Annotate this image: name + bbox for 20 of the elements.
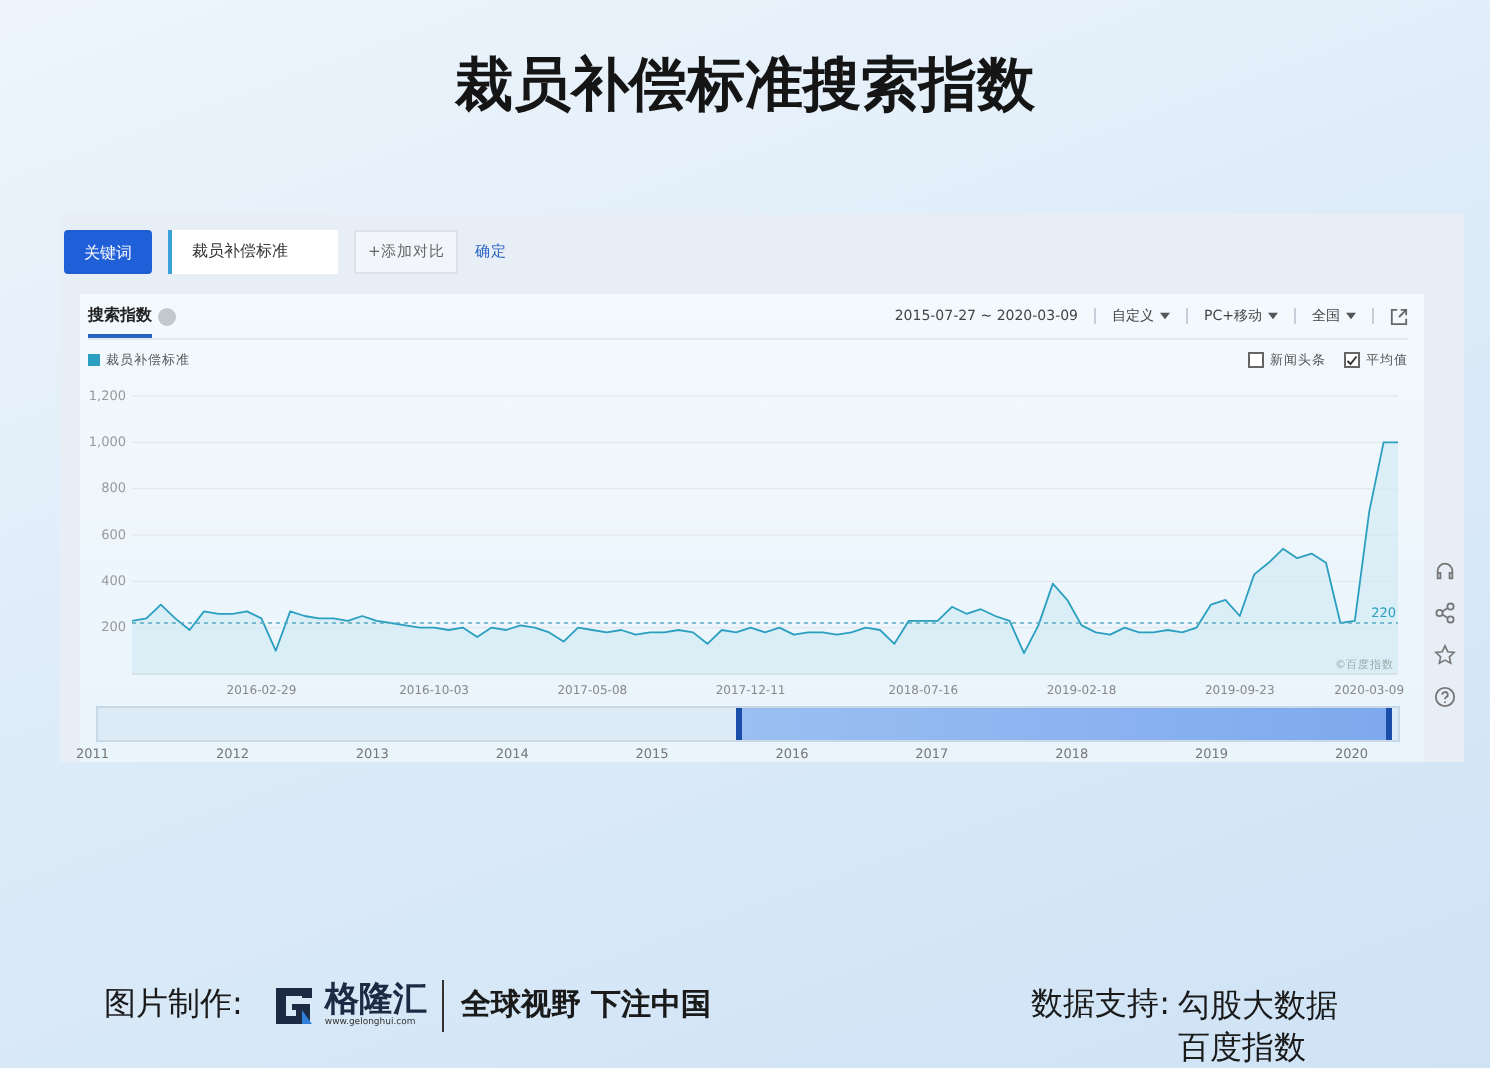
slogan: 全球视野 下注中国 (460, 986, 712, 1024)
export-icon[interactable] (1390, 307, 1408, 325)
keyword-field[interactable]: 裁员补偿标准 (168, 230, 338, 274)
share-icon[interactable] (1433, 602, 1455, 624)
data-support-label: 数据支持: (1031, 984, 1170, 1026)
data-source: 百度指数 (1178, 1026, 1308, 1068)
logo-name: 格隆汇 (324, 982, 427, 1018)
made-by-label: 图片制作: (104, 984, 243, 1026)
star-icon[interactable] (1433, 644, 1455, 666)
range-navigator[interactable] (96, 706, 1400, 742)
caret-icon (1268, 312, 1278, 320)
data-source: 勾股大数据 (1178, 984, 1338, 1026)
checkbox[interactable] (1344, 352, 1360, 368)
page-title: 裁员补偿标准搜索指数 (452, 48, 1037, 122)
headset-icon[interactable] (1433, 560, 1455, 582)
keyword-tab[interactable]: 关键词 (64, 230, 152, 274)
search-index-tab[interactable]: 搜索指数 (88, 294, 152, 338)
caret-icon (1346, 312, 1356, 320)
caret-icon (1160, 312, 1171, 320)
checkbox[interactable] (1248, 352, 1264, 368)
